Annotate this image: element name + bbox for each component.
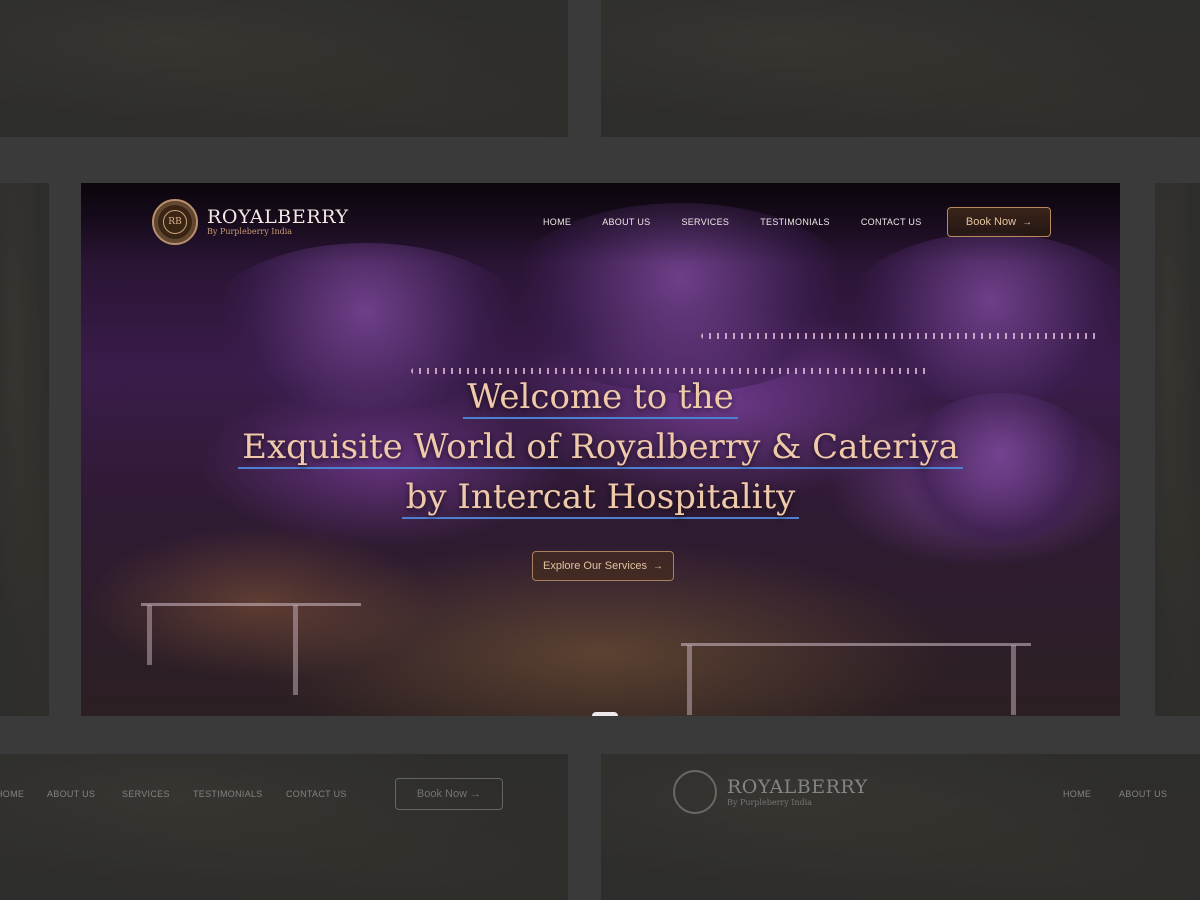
ghost-slide-bottom-left: HOME ABOUT US SERVICES TESTIMONIALS CONT… <box>0 754 568 900</box>
nav-services[interactable]: SERVICES <box>681 217 729 227</box>
ghost-nav-about-right: ABOUT US <box>1119 789 1168 799</box>
ghost-nav-home: HOME <box>0 789 25 799</box>
book-now-button[interactable]: Book Now → <box>947 207 1051 237</box>
hero-heading-text-2: Exquisite World of Royalberry & Cateriya <box>238 427 963 469</box>
explore-services-label: Explore Our Services <box>543 560 647 572</box>
hero-heading-text-3: by Intercat Hospitality <box>401 477 800 519</box>
ghost-nav-about: ABOUT US <box>47 789 96 799</box>
string-lights <box>411 368 931 374</box>
banquet-table <box>681 643 1031 646</box>
hero-heading-line-3: by Intercat Hospitality <box>81 476 1120 519</box>
ghost-slide-bottom-right: ROYALBERRY By Purpleberry India HOME ABO… <box>601 754 1200 900</box>
logo-text: ROYALBERRY By Purpleberry India <box>207 207 349 237</box>
arrow-right-icon: → <box>652 560 663 572</box>
string-lights <box>701 333 1101 339</box>
ghost-logo-title: ROYALBERRY <box>727 776 868 798</box>
ghost-nav-testimonials: TESTIMONIALS <box>193 789 263 799</box>
logo-subtitle: By Purpleberry India <box>207 227 293 236</box>
table-leg <box>687 645 692 715</box>
ghost-logo-subtitle: By Purpleberry India <box>727 798 813 807</box>
logo-title: ROYALBERRY <box>207 206 349 228</box>
ghost-slide-right <box>1155 183 1200 716</box>
ghost-nav-contact: CONTACT US <box>286 789 347 799</box>
book-now-label: Book Now <box>965 216 1017 228</box>
nav-contact-us[interactable]: CONTACT US <box>861 217 922 227</box>
table-leg <box>1011 645 1016 715</box>
table-leg <box>293 605 298 695</box>
table-leg <box>147 605 152 665</box>
site-header: RB ROYALBERRY By Purpleberry India HOME … <box>81 183 1120 263</box>
ghost-slide-left <box>0 183 49 716</box>
ghost-nav-home-right: HOME <box>1063 789 1092 799</box>
hero-heading-text-1: Welcome to the <box>463 377 738 419</box>
hero-heading-line-2: Exquisite World of Royalberry & Cateriya <box>81 426 1120 469</box>
banquet-table <box>141 603 361 606</box>
nav-home[interactable]: HOME <box>543 217 571 227</box>
hero-heading-line-1: Welcome to the <box>81 376 1120 419</box>
hero-slide: RB ROYALBERRY By Purpleberry India HOME … <box>81 183 1120 716</box>
slide-indicator[interactable] <box>592 712 618 716</box>
explore-services-button[interactable]: Explore Our Services → <box>532 551 674 581</box>
nav-about-us[interactable]: ABOUT US <box>602 217 650 227</box>
ghost-nav-services: SERVICES <box>122 789 170 799</box>
logo-emblem-icon: RB <box>152 199 198 245</box>
ghost-logo-emblem <box>673 770 717 814</box>
ghost-logo: ROYALBERRY By Purpleberry India <box>727 776 868 807</box>
logo-monogram: RB <box>163 210 187 234</box>
arrow-right-icon: → <box>1022 216 1033 228</box>
ghost-slide-top-left <box>0 0 568 137</box>
ghost-slide-top-right <box>601 0 1200 137</box>
ghost-book-button: Book Now → <box>395 778 503 810</box>
site-logo[interactable]: RB ROYALBERRY By Purpleberry India <box>152 199 349 245</box>
main-nav: HOME ABOUT US SERVICES TESTIMONIALS CONT… <box>543 217 953 227</box>
nav-testimonials[interactable]: TESTIMONIALS <box>760 217 830 227</box>
